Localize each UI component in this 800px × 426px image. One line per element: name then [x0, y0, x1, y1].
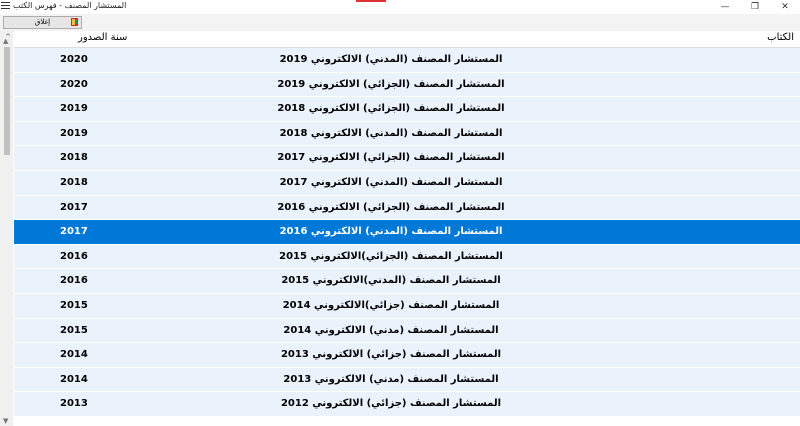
table-row[interactable]: 2016 المستشار المصنف (المدني)الالكتروني 2…: [14, 269, 800, 293]
book-cell: المستشار المصنف (المدني) الالكتروني 2017: [279, 176, 503, 188]
vertical-scrollbar[interactable]: ▲ ▼: [0, 31, 13, 426]
scrollbar-thumb[interactable]: [4, 47, 10, 155]
book-cell: المستشار المصنف (جزائي) الالكتروني 2013: [280, 349, 502, 361]
restore-button[interactable]: ❐: [740, 0, 770, 14]
accent-strip: [356, 0, 386, 2]
table-row[interactable]: 2015 المستشار المصنف (جزائي)الالكتروني 20…: [14, 293, 800, 318]
year-cell: 2017: [60, 226, 88, 238]
table-row[interactable]: 2017 المستشار المصنف (المدني) الالكتروني …: [14, 220, 800, 244]
column-header-year[interactable]: سنة الصدور: [78, 32, 127, 43]
book-cell: المستشار المصنف (مدني) الالكتروني 2013: [283, 373, 499, 385]
book-cell: المستشار المصنف (الجزائي) الالكتروني 201…: [277, 103, 505, 115]
table-row[interactable]: 2019 المستشار المصنف (المدني) الالكتروني …: [14, 121, 800, 146]
book-cell: المستشار المصنف (المدني) الالكتروني 2019: [279, 54, 503, 65]
table-row[interactable]: 2016 المستشار المصنف (الجزائي)الالكتروني …: [14, 244, 800, 269]
table-row[interactable]: 2015 المستشار المصنف (مدني) الالكتروني 20…: [14, 318, 800, 343]
window-controls: — ❐ ✕: [710, 0, 800, 14]
exit-icon: [71, 18, 78, 26]
book-cell: المستشار المصنف (المدني) الالكتروني 2016: [279, 226, 503, 238]
year-cell: 2020: [60, 78, 88, 90]
year-cell: 2019: [60, 127, 88, 139]
book-cell: المستشار المصنف (الجزائي) الالكتروني 201…: [277, 78, 505, 90]
book-list: 2020 المستشار المصنف (المدني) الالكتروني …: [14, 48, 800, 417]
table-row[interactable]: 2013 المستشار المصنف (جزائي) الالكتروني 2…: [14, 392, 800, 416]
book-cell: المستشار المصنف (المدني) الالكتروني 2018: [279, 127, 503, 139]
book-cell: المستشار المصنف (الجزائي)الالكتروني 2015: [279, 250, 503, 262]
close-window-button[interactable]: ✕: [770, 0, 800, 14]
table-row[interactable]: 2018 المستشار المصنف (الجزائي) الالكتروني…: [14, 146, 800, 170]
year-cell: 2013: [60, 398, 88, 410]
title-bar: المستشار المصنف - فهرس الكتب — ❐ ✕: [0, 0, 800, 14]
table-row[interactable]: 2014 المستشار المصنف (مدني) الالكتروني 20…: [14, 367, 800, 392]
year-cell: 2018: [60, 152, 88, 164]
window-title: المستشار المصنف - فهرس الكتب: [13, 1, 127, 10]
scroll-down-icon[interactable]: ▼: [3, 417, 8, 425]
book-cell: المستشار المصنف (جزائي) الالكتروني 2012: [280, 398, 502, 410]
year-cell: 2014: [60, 373, 88, 385]
table-row[interactable]: 2020 المستشار المصنف (المدني) الالكتروني …: [14, 48, 800, 72]
minimize-button[interactable]: —: [710, 0, 740, 14]
toolbar: [0, 14, 800, 32]
year-cell: 2015: [60, 324, 88, 336]
year-cell: 2018: [60, 176, 88, 188]
sort-indicator-icon: ^: [5, 33, 11, 41]
table-row[interactable]: 2020 المستشار المصنف (الجزائي) الالكتروني…: [14, 72, 800, 97]
close-button-label: إغلاق: [34, 18, 51, 26]
menu-icon[interactable]: [1, 2, 10, 11]
year-cell: 2015: [60, 299, 88, 311]
table-row[interactable]: 2017 المستشار المصنف (الجزائي) الالكتروني…: [14, 195, 800, 220]
table-row[interactable]: 2018 المستشار المصنف (المدني) الالكتروني …: [14, 170, 800, 195]
table-row[interactable]: 2019 المستشار المصنف (الجزائي) الالكتروني…: [14, 97, 800, 121]
table-row[interactable]: 2014 المستشار المصنف (جزائي) الالكتروني 2…: [14, 343, 800, 367]
book-cell: المستشار المصنف (الجزائي) الالكتروني 201…: [277, 152, 505, 164]
year-cell: 2019: [60, 103, 88, 115]
book-cell: المستشار المصنف (مدني) الالكتروني 2014: [283, 324, 499, 336]
column-header-book[interactable]: الكتاب: [767, 32, 794, 43]
book-cell: المستشار المصنف (جزائي)الالكتروني 2014: [282, 299, 500, 311]
year-cell: 2016: [60, 250, 88, 262]
close-button[interactable]: إغلاق: [3, 16, 82, 29]
year-cell: 2017: [60, 201, 88, 213]
book-cell: المستشار المصنف (الجزائي) الالكتروني 201…: [277, 201, 505, 213]
year-cell: 2016: [60, 275, 88, 287]
grid-header: سنة الصدور الكتاب: [14, 31, 800, 48]
year-cell: 2014: [60, 349, 88, 361]
year-cell: 2020: [60, 54, 88, 65]
book-cell: المستشار المصنف (المدني)الالكتروني 2015: [281, 275, 501, 287]
